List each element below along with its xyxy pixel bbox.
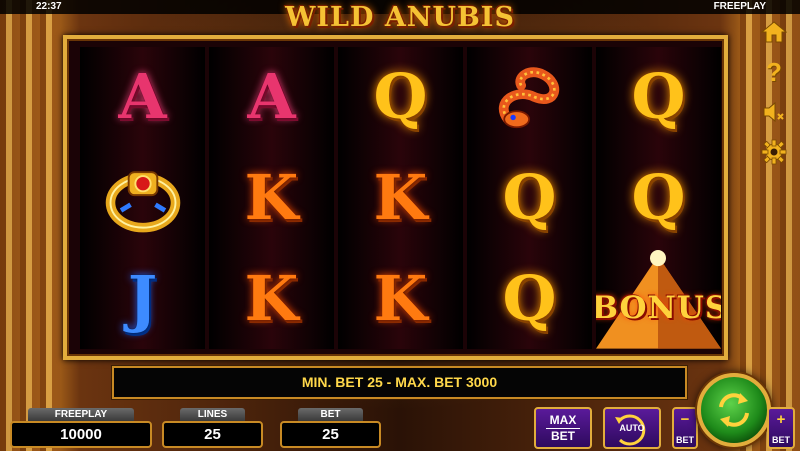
reel-3: QKK [338, 47, 463, 349]
symbol-k: K [244, 161, 299, 234]
reel-1: AJ [80, 47, 205, 349]
reel-cell: K [209, 148, 334, 249]
game-logo: WILD ANUBIS [285, 2, 515, 33]
symbol-q: Q [631, 60, 686, 134]
bet-increase-label: BET [772, 435, 790, 445]
lines-value: 25 [162, 421, 263, 448]
max-bet-button[interactable]: MAX BET [534, 407, 592, 449]
bet-decrease-button[interactable]: − BET [672, 407, 698, 449]
bet-decrease-label: BET [676, 435, 694, 445]
symbol-q: Q [631, 161, 686, 234]
help-icon: ? [766, 56, 782, 87]
minus-icon: − [680, 411, 690, 428]
cobra-icon [498, 67, 559, 129]
reel-2: AKK [209, 47, 334, 349]
max-bet-line2: BET [546, 428, 580, 444]
settings-button[interactable] [760, 138, 788, 166]
bet-limits-message: MIN. BET 25 - MAX. BET 3000 [112, 366, 687, 399]
autoplay-button[interactable]: AUTO [603, 407, 661, 449]
freeplay-value: 10000 [10, 421, 152, 448]
gear-icon [761, 139, 787, 165]
clock: 22:37 [36, 1, 62, 12]
lines-panel: LINES 25 [162, 408, 263, 450]
symbol-j: J [127, 261, 158, 335]
bonus-symbol-label: BONUS [596, 290, 721, 327]
bet-value: 25 [280, 421, 381, 448]
scarab-ring-icon [105, 171, 180, 233]
reel-cell: Q [467, 248, 592, 349]
reel-cell: A [80, 47, 205, 148]
freeplay-panel: FREEPLAY 10000 [10, 408, 152, 450]
reel-cell: Q [467, 148, 592, 249]
reel-cell: Q [596, 148, 721, 249]
symbol-k: K [244, 261, 299, 335]
reel-cell: J [80, 248, 205, 349]
bet-panel: BET 25 [280, 408, 381, 450]
symbol-a: A [247, 60, 296, 134]
max-bet-line1: MAX [549, 413, 577, 427]
reel-cell: A [209, 47, 334, 148]
symbol-k: K [373, 161, 428, 234]
side-menu: ? [760, 18, 788, 178]
reel-5: Q Q BONUS [596, 47, 721, 350]
symbol-a: A [118, 60, 167, 134]
reel-cell [467, 47, 592, 148]
reel-cell: K [338, 248, 463, 349]
reel-frame: A J A K K Q K K Q Q Q Q BONUS [63, 35, 728, 360]
spin-arrows-icon [719, 393, 749, 427]
plus-icon: + [776, 411, 786, 428]
freeplay-label: FREEPLAY [28, 408, 134, 421]
play-mode-label: FREEPLAY [713, 1, 766, 12]
spin-button[interactable] [697, 373, 771, 447]
sound-toggle-button[interactable] [760, 98, 788, 126]
lines-label: LINES [180, 408, 245, 421]
home-button[interactable] [760, 18, 788, 46]
speaker-muted-icon [763, 101, 784, 123]
help-button[interactable]: ? [760, 56, 788, 87]
reel-4: QQ [467, 47, 592, 349]
bet-label: BET [298, 408, 363, 421]
home-icon [761, 21, 787, 43]
left-pillar [0, 0, 60, 451]
reel-cell: Q [338, 47, 463, 148]
reel-cell: BONUS [596, 248, 721, 350]
symbol-q: Q [502, 261, 557, 335]
reel-cell [80, 148, 205, 249]
symbol-q: Q [373, 60, 428, 134]
autoplay-label: AUTO [619, 423, 645, 433]
symbol-q: Q [502, 161, 557, 234]
reel-cell: Q [596, 47, 721, 148]
reels: A J A K K Q K K Q Q Q Q BONUS [80, 47, 721, 350]
reel-cell: K [209, 248, 334, 349]
reel-cell: K [338, 148, 463, 249]
symbol-k: K [373, 261, 428, 335]
bet-increase-button[interactable]: + BET [767, 407, 795, 449]
